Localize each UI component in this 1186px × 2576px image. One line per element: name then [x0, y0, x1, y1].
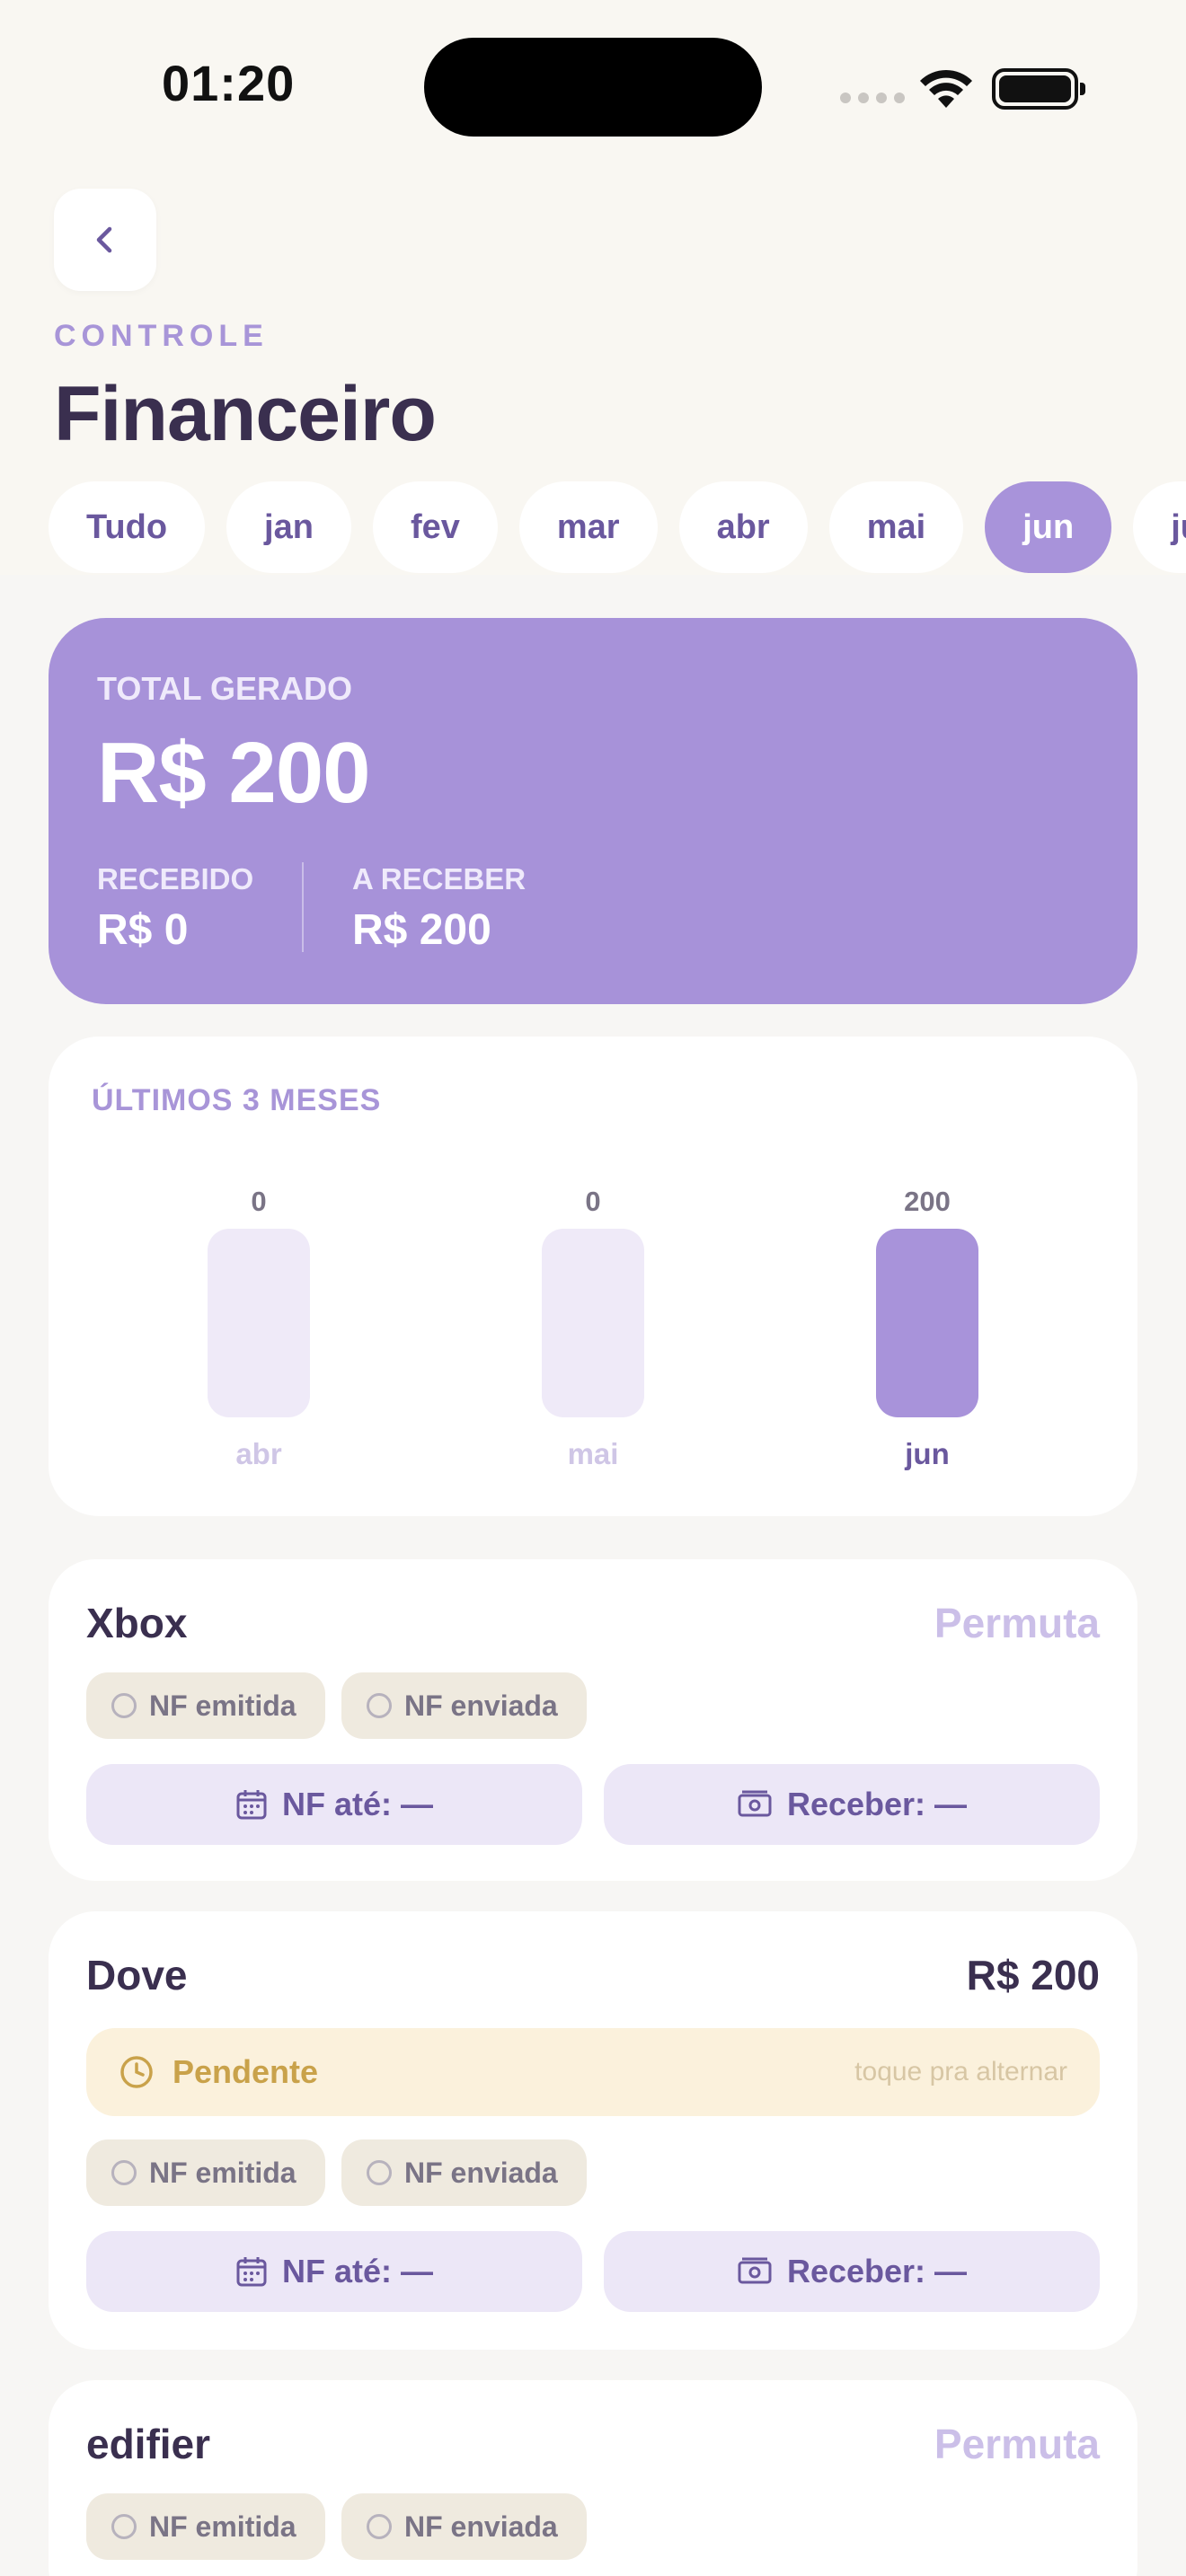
calendar-icon — [236, 1790, 267, 1820]
page-title: Financeiro — [54, 371, 437, 457]
nf-sent-toggle[interactable]: NF enviada — [341, 1672, 587, 1739]
radio-icon — [367, 2160, 392, 2185]
bar-value-label: 0 — [585, 1186, 600, 1217]
nf-sent-label: NF enviada — [404, 2510, 558, 2543]
nf-sent-toggle[interactable]: NF enviada — [341, 2139, 587, 2206]
back-button[interactable] — [54, 189, 156, 291]
nf-due-label: NF até: — — [281, 1786, 433, 1822]
bar-category-label: abr — [235, 1437, 282, 1470]
wifi-icon — [920, 69, 972, 108]
cellular-signal-icon — [840, 93, 905, 103]
entry-card[interactable]: edifier Permuta NF emitida NF enviada — [49, 2380, 1137, 2576]
received-value: R$ 0 — [97, 906, 189, 954]
entry-amount: Permuta — [934, 2421, 1100, 2467]
month-chip-jul[interactable]: jul — [1133, 481, 1186, 573]
status-time: 01:20 — [162, 55, 296, 111]
received-block: RECEBIDO R$ 0 — [97, 862, 253, 955]
entry-card[interactable]: Dove R$ 200 Pendente toque pra alternar … — [49, 1911, 1137, 2350]
month-chip-mar[interactable]: mar — [518, 481, 658, 573]
nf-sent-label: NF enviada — [404, 2156, 558, 2189]
receivable-label: A RECEBER — [352, 862, 527, 895]
dynamic-island — [424, 38, 762, 137]
month-chip-jun[interactable]: jun — [985, 481, 1112, 573]
battery-icon — [992, 68, 1085, 110]
radio-icon — [111, 2160, 137, 2185]
receivable-block: A RECEBER R$ 200 — [352, 862, 526, 955]
bar-value-label: 200 — [904, 1186, 951, 1217]
nf-issued-label: NF emitida — [149, 1689, 296, 1722]
receive-label: Receber: — — [786, 1786, 968, 1822]
month-filter: Tudojanfevmarabrmaijunjul — [49, 481, 1186, 577]
status-text: Pendente — [173, 2053, 319, 2090]
status-hint: toque pra alternar — [854, 2057, 1067, 2086]
entry-amount: R$ 200 — [966, 1952, 1100, 1998]
clock-icon — [120, 2056, 153, 2088]
calendar-icon — [236, 2257, 267, 2287]
bar-value-label: 0 — [251, 1186, 266, 1217]
bar-mai — [542, 1229, 644, 1417]
receive-date-button[interactable]: Receber: — — [604, 2231, 1100, 2312]
chevron-left-icon — [96, 226, 112, 253]
summary-divider — [302, 862, 304, 952]
total-summary-card: TOTAL GERADO R$ 200 RECEBIDO R$ 0 A RECE… — [49, 618, 1137, 1004]
nf-issued-toggle[interactable]: NF emitida — [86, 1672, 325, 1739]
radio-icon — [111, 1693, 137, 1718]
bar-category-label: mai — [568, 1437, 619, 1470]
nf-due-label: NF até: — — [281, 2253, 433, 2289]
bar-jun — [876, 1229, 978, 1417]
nf-sent-toggle[interactable]: NF enviada — [341, 2493, 587, 2560]
screen: 01:20 CONTROLE Financeiro Tudo jan fev mar a… — [0, 0, 1186, 2576]
nf-due-date-button[interactable]: NF até: — — [86, 1764, 582, 1845]
month-chip-mai[interactable]: mai — [828, 481, 964, 573]
nf-issued-toggle[interactable]: NF emitida — [86, 2493, 325, 2560]
entry-name: Xbox — [86, 1600, 188, 1646]
nf-sent-label: NF enviada — [404, 1689, 558, 1722]
bar-category-label: jun — [904, 1437, 949, 1470]
month-chip-fev[interactable]: fev — [372, 481, 498, 573]
payment-status-toggle[interactable]: Pendente toque pra alternar — [86, 2028, 1100, 2116]
receive-date-button[interactable]: Receber: — — [604, 1764, 1100, 1845]
receivable-value: R$ 200 — [352, 906, 491, 954]
receive-label: Receber: — — [786, 2253, 968, 2289]
total-value: R$ 200 — [97, 725, 371, 821]
page-eyebrow: CONTROLE — [54, 319, 269, 353]
total-label: TOTAL GERADO — [97, 670, 353, 707]
banknote-icon — [738, 1790, 772, 1817]
entry-name: edifier — [86, 2421, 211, 2467]
month-chip-abr[interactable]: abr — [678, 481, 808, 573]
month-chip-jan[interactable]: jan — [226, 481, 351, 573]
nf-issued-label: NF emitida — [149, 2510, 296, 2543]
nf-due-date-button[interactable]: NF até: — — [86, 2231, 582, 2312]
radio-icon — [111, 2514, 137, 2539]
last-months-chart-card: ÚLTIMOS 3 MESES 0 abr 0 mai 200 jun — [49, 1037, 1137, 1516]
received-label: RECEBIDO — [97, 862, 254, 895]
radio-icon — [367, 1693, 392, 1718]
bar-chart: 0 abr 0 mai 200 jun — [208, 1186, 978, 1470]
entry-amount: Permuta — [934, 1600, 1100, 1646]
month-chip-tudo[interactable]: Tudo — [49, 481, 206, 573]
nf-issued-toggle[interactable]: NF emitida — [86, 2139, 325, 2206]
entry-card[interactable]: Xbox Permuta NF emitida NF enviada NF at… — [49, 1559, 1137, 1881]
banknote-icon — [738, 2257, 772, 2284]
nf-issued-label: NF emitida — [149, 2156, 296, 2189]
entry-name: Dove — [86, 1952, 188, 1998]
bar-abr — [208, 1229, 310, 1417]
radio-icon — [367, 2514, 392, 2539]
